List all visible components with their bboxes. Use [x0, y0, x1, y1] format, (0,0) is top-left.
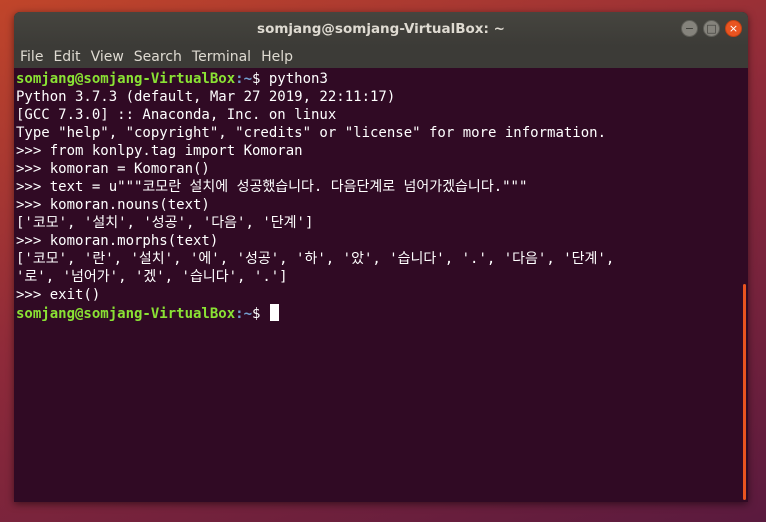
output-line: Python 3.7.3 (default, Mar 27 2019, 22:1… [16, 89, 396, 105]
close-icon: × [728, 22, 739, 35]
maximize-icon: □ [706, 22, 717, 35]
prompt-line: somjang@somjang-VirtualBox:~$ python3 [16, 70, 328, 88]
prompt-user: somjang@somjang-VirtualBox [16, 306, 236, 322]
output-line: [GCC 7.3.0] :: Anaconda, Inc. on linux [16, 107, 337, 123]
terminal-output[interactable]: somjang@somjang-VirtualBox:~$ python3 Py… [14, 68, 736, 502]
output-line: >>> komoran.nouns(text) [16, 197, 210, 213]
prompt-symbol: $ [252, 71, 269, 87]
menu-search[interactable]: Search [128, 49, 186, 65]
menu-terminal[interactable]: Terminal [186, 49, 255, 65]
menu-view[interactable]: View [85, 49, 128, 65]
text-cursor [269, 304, 279, 321]
title-bar[interactable]: somjang@somjang-VirtualBox: ~ − □ × [14, 12, 748, 46]
output-line: Type "help", "copyright", "credits" or "… [16, 125, 607, 141]
close-button[interactable]: × [725, 20, 742, 37]
output-line: ['코모', '설치', '성공', '다음', '단계'] [16, 215, 314, 231]
command-text: python3 [268, 71, 328, 87]
output-line: >>> from konlpy.tag import Komoran [16, 143, 303, 159]
scrollbar-thumb[interactable] [743, 284, 746, 500]
window-title: somjang@somjang-VirtualBox: ~ [257, 21, 505, 37]
minimize-icon: − [684, 22, 695, 35]
output-line: >>> exit() [16, 287, 101, 303]
prompt-path: :~ [235, 306, 253, 322]
output-line: ['코모', '란', '설치', '에', '성공', '하', '았', '… [16, 251, 615, 267]
menu-help[interactable]: Help [255, 49, 297, 65]
menu-file[interactable]: File [14, 49, 47, 65]
scrollbar[interactable] [736, 68, 748, 502]
menu-bar: File Edit View Search Terminal Help [14, 46, 748, 68]
window-controls: − □ × [681, 20, 742, 37]
minimize-button[interactable]: − [681, 20, 698, 37]
maximize-button[interactable]: □ [703, 20, 720, 37]
menu-edit[interactable]: Edit [47, 49, 84, 65]
output-line: >>> komoran = Komoran() [16, 161, 210, 177]
output-line: '로', '넘어가', '겠', '습니다', '.'] [16, 269, 288, 285]
prompt-path: :~ [235, 71, 253, 87]
prompt-symbol: $ [252, 306, 269, 322]
prompt-line: somjang@somjang-VirtualBox:~$ [16, 304, 279, 322]
output-line: >>> komoran.morphs(text) [16, 233, 219, 249]
terminal-window: somjang@somjang-VirtualBox: ~ − □ × File… [14, 12, 748, 502]
output-line: >>> text = u"""코모란 설치에 성공했습니다. 다음단계로 넘어가… [16, 179, 528, 195]
prompt-user: somjang@somjang-VirtualBox [16, 71, 236, 87]
